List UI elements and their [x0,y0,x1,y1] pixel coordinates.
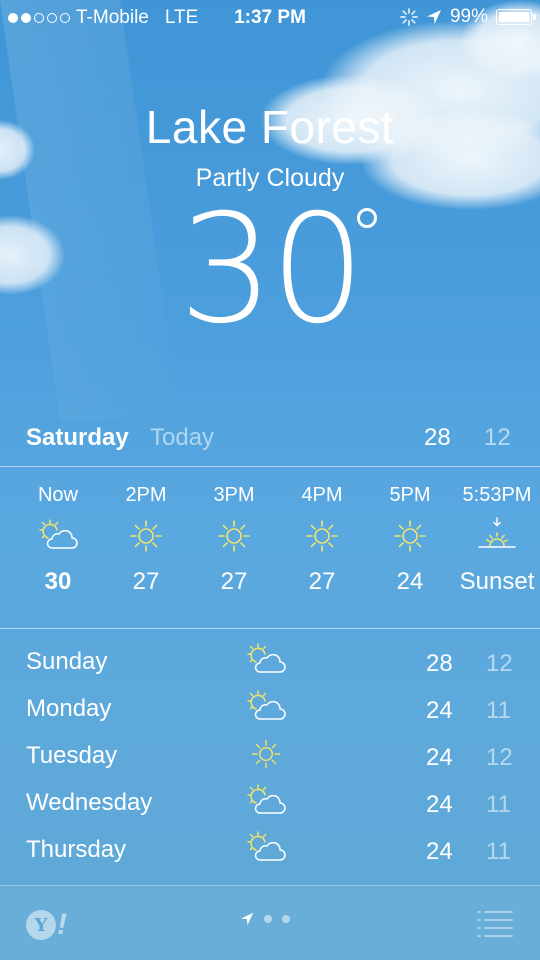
hourly-item: Now 30 [13,470,103,596]
divider-top [0,466,540,467]
daily-low: 12 [486,744,513,771]
hourly-item: 2PM 27 [101,470,191,596]
current-location-page-icon [240,912,254,926]
daily-icon [244,783,288,819]
today-summary-row: Saturday Today 28 12 [0,418,540,458]
daily-icon [244,830,288,866]
hourly-icon [365,508,455,564]
daily-day: Sunday [26,648,108,675]
hourly-value: 30 [44,568,72,595]
hourly-value: 27 [308,568,336,595]
sun-icon [130,520,162,552]
daily-low: 11 [486,697,511,724]
daily-low: 11 [486,791,511,818]
today-label: Today [150,424,215,451]
daily-row: Wednesday 24 11 [0,781,540,828]
daily-high: 24 [426,697,453,724]
partly-cloudy-icon [247,643,286,673]
hourly-item: 5PM 24 [365,470,455,596]
page-dot [282,915,290,923]
hourly-item: 4PM 27 [277,470,367,596]
hourly-icon [452,508,540,564]
hourly-value: 27 [132,568,160,595]
daily-low: 11 [486,838,511,865]
location-arrow-icon [426,10,441,24]
hourly-forecast[interactable]: Now 30 2PM 27 3PM 27 4PM 27 5PM 24 5:53P… [0,470,540,626]
partly-cloudy-icon [247,690,286,720]
hourly-value: 27 [220,568,248,595]
hourly-time: 5PM [389,484,431,506]
daily-row: Sunday 28 12 [0,640,540,687]
today-high: 28 [424,424,451,451]
hourly-icon [101,508,191,564]
hourly-time: 5:53PM [462,484,532,506]
hourly-value: Sunset [459,568,535,595]
bottom-toolbar: Y ! [0,886,540,960]
daily-low: 12 [486,650,513,677]
city-name: Lake Forest [145,101,395,153]
battery-icon [496,9,536,25]
daily-day: Monday [26,695,112,722]
partly-cloudy-icon [39,519,78,549]
daily-icon [244,689,288,725]
yahoo-logo-icon: Y [26,910,56,940]
page-indicator[interactable] [240,912,290,926]
divider-middle [0,628,540,629]
today-low: 12 [484,424,511,451]
hourly-time: 4PM [301,484,343,506]
hourly-item: 3PM 27 [189,470,279,596]
hourly-time: 3PM [213,484,255,506]
hourly-time: Now [37,484,78,506]
sun-icon [394,520,426,552]
daily-high: 24 [426,744,453,771]
current-temperature: 30 [0,190,540,350]
yahoo-logo-button[interactable]: Y ! [26,908,67,942]
yahoo-logo-bang: ! [57,908,67,941]
hourly-icon [189,508,279,564]
sunset-icon [478,517,516,548]
daily-high: 24 [426,791,453,818]
degree-symbol-icon [357,208,377,228]
hourly-time: 2PM [125,484,167,506]
page-dot [264,915,272,923]
daily-high: 28 [426,650,453,677]
sun-icon [218,520,250,552]
daily-icon [244,642,288,678]
daily-day: Wednesday [26,789,153,816]
daily-day: Tuesday [26,742,118,769]
daily-row: Tuesday 24 12 [0,734,540,781]
today-day: Saturday [26,424,129,451]
status-bar: T-Mobile LTE 1:37 PM 99% [0,0,540,38]
hourly-value: 24 [396,568,424,595]
city-list-button[interactable] [476,908,514,938]
daily-row: Thursday 24 11 [0,828,540,875]
hourly-icon [13,508,103,564]
partly-cloudy-icon [247,784,286,814]
partly-cloudy-icon [247,831,286,861]
daily-high: 24 [426,838,453,865]
battery-percent: 99% [449,6,488,27]
hourly-item: 5:53PM Sunset [452,470,540,596]
sun-icon [306,520,338,552]
daily-row: Monday 24 11 [0,687,540,734]
sun-icon [251,739,281,769]
status-right: 99% [400,6,536,28]
hourly-icon [277,508,367,564]
current-temperature-value: 30 [178,183,366,357]
activity-spinner-icon [400,8,418,26]
daily-day: Thursday [26,836,127,863]
daily-icon [244,736,288,772]
